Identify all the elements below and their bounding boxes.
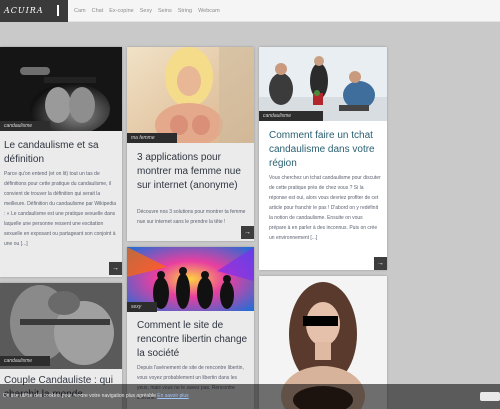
menu-item-chat[interactable]: Chat (90, 0, 108, 22)
menu-item-ex-copine[interactable]: Ex-copine (107, 0, 137, 22)
censor-bar (303, 316, 338, 326)
menu-item-seins[interactable]: Seins (156, 0, 176, 22)
article-title[interactable]: Le candaulisme et sa définition (4, 139, 118, 167)
article-card-tchat-candaulisme[interactable]: candaulisme Comment faire un tchat canda… (259, 47, 387, 270)
article-thumbnail[interactable] (127, 47, 254, 143)
category-tag[interactable]: sexy (127, 302, 157, 312)
article-title[interactable]: Comment le site de rencontre libertin ch… (137, 319, 249, 361)
read-more-arrow-icon[interactable]: → (374, 257, 387, 270)
menu-item-webcam[interactable]: Webcam (196, 0, 224, 22)
cookie-banner: Ce site utilise des cookies pour rendre … (0, 384, 500, 409)
article-excerpt: Vous cherchez un tchat candaulisme pour … (269, 175, 381, 241)
read-more-arrow-icon[interactable]: → (241, 226, 254, 239)
cookie-learn-more-link[interactable]: En savoir plus (157, 393, 188, 399)
article-excerpt: Parce qu'on entend (et on lit) tout un t… (4, 171, 116, 247)
top-navigation-bar: ACUIRA Cam Chat Ex-copine Sexy Seins Str… (0, 0, 500, 22)
article-card-candaulisme-definition[interactable]: candaulisme Le candaulisme et sa définit… (0, 47, 122, 277)
main-menu: Cam Chat Ex-copine Sexy Seins String Web… (72, 0, 224, 22)
category-tag[interactable]: ma femme (127, 133, 177, 143)
article-card-montrer-ma-femme[interactable]: ma femme 3 applications pour montrer ma … (127, 47, 254, 241)
cookie-message-text: Ce site utilise des cookies pour rendre … (3, 393, 156, 399)
article-title[interactable]: Comment faire un tchat candaulisme dans … (269, 129, 381, 171)
logo-divider (57, 5, 59, 16)
site-logo[interactable]: ACUIRA (0, 0, 68, 22)
article-excerpt: Découvre nos 3 solutions pour montrer ta… (137, 209, 246, 225)
menu-item-string[interactable]: String (176, 0, 196, 22)
category-tag[interactable]: candaulisme (259, 111, 323, 121)
read-more-arrow-icon[interactable]: → (109, 262, 122, 275)
cookie-accept-button[interactable] (480, 392, 500, 401)
article-thumbnail[interactable] (0, 47, 122, 131)
cookie-message: Ce site utilise des cookies pour rendre … (3, 393, 189, 399)
category-tag[interactable]: candaulisme (0, 121, 50, 131)
logo-text: ACUIRA (4, 6, 44, 15)
menu-item-sexy[interactable]: Sexy (138, 0, 156, 22)
article-thumbnail[interactable] (259, 47, 387, 121)
menu-item-cam[interactable]: Cam (72, 0, 90, 22)
article-title[interactable]: 3 applications pour montrer ma femme nue… (137, 151, 249, 193)
category-tag[interactable]: candaulisme (0, 356, 50, 366)
